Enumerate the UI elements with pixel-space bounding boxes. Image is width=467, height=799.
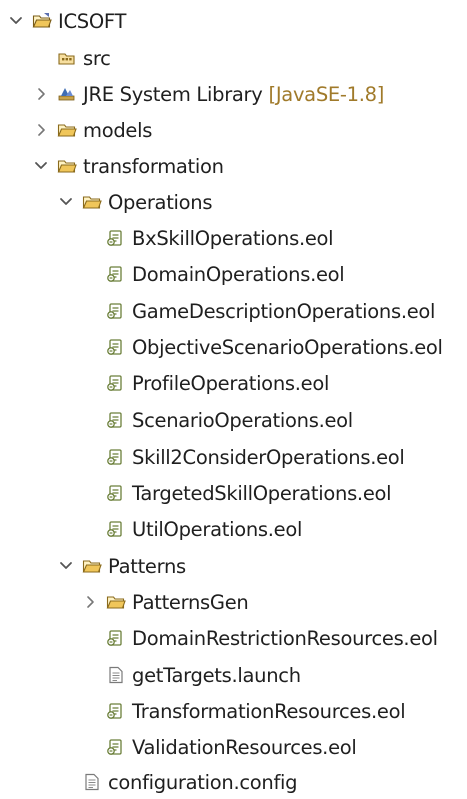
tree-item-label: PatternsGen <box>132 590 249 614</box>
library-icon <box>57 85 77 103</box>
text-file-icon <box>82 773 102 791</box>
tree-item-file[interactable]: DomainRestrictionResources.eol <box>106 621 438 655</box>
tree-item-file[interactable]: ValidationResources.eol <box>106 730 357 764</box>
tree-item-label: JRE System Library <box>83 82 263 106</box>
tree-item-label: GameDescriptionOperations.eol <box>132 299 436 323</box>
tree-item-label: TargetedSkillOperations.eol <box>132 481 392 505</box>
eol-file-icon <box>106 411 126 429</box>
eol-file-icon <box>106 448 126 466</box>
project-explorer-tree: ICSOFT src JRE System Library [JavaSE-1.… <box>0 0 467 798</box>
eol-file-icon <box>106 484 126 502</box>
tree-item-label: Skill2ConsiderOperations.eol <box>132 445 405 469</box>
tree-item-label: ICSOFT <box>58 9 127 33</box>
eol-file-icon <box>106 629 126 647</box>
tree-item-patternsgen[interactable]: PatternsGen <box>82 585 249 619</box>
tree-item-label: UtilOperations.eol <box>132 517 303 541</box>
tree-item-src[interactable]: src <box>57 41 111 75</box>
tree-item-icsoft[interactable]: ICSOFT <box>8 4 126 38</box>
eol-file-icon <box>106 302 126 320</box>
tree-item-label: Patterns <box>108 554 186 578</box>
chevron-down-icon[interactable] <box>33 158 49 174</box>
eol-file-icon <box>106 738 126 756</box>
tree-item-label: BxSkillOperations.eol <box>132 226 334 250</box>
tree-item-label: ValidationResources.eol <box>132 735 357 759</box>
folder-icon <box>57 157 77 175</box>
tree-item-patterns[interactable]: Patterns <box>58 549 186 583</box>
tree-item-label: DomainRestrictionResources.eol <box>132 626 438 650</box>
tree-item-label: transformation <box>83 154 224 178</box>
eol-file-icon <box>106 702 126 720</box>
chevron-right-icon[interactable] <box>82 594 98 610</box>
tree-item-file[interactable]: ScenarioOperations.eol <box>106 403 353 437</box>
chevron-right-icon[interactable] <box>33 86 49 102</box>
tree-item-label: ProfileOperations.eol <box>132 371 330 395</box>
jre-version-decoration: [JavaSE-1.8] <box>268 82 385 106</box>
tree-item-label: getTargets.launch <box>132 663 301 687</box>
folder-icon <box>82 193 102 211</box>
tree-item-file[interactable]: Skill2ConsiderOperations.eol <box>106 440 405 474</box>
tree-item-file[interactable]: TargetedSkillOperations.eol <box>106 476 392 510</box>
tree-item-models[interactable]: models <box>33 113 152 147</box>
chevron-down-icon[interactable] <box>58 194 74 210</box>
tree-item-file[interactable]: GameDescriptionOperations.eol <box>106 294 435 328</box>
eol-file-icon <box>106 374 126 392</box>
eol-file-icon <box>106 265 126 283</box>
chevron-right-icon[interactable] <box>33 122 49 138</box>
package-folder-icon <box>57 49 77 67</box>
folder-icon <box>57 121 77 139</box>
tree-item-configuration[interactable]: configuration.config <box>82 765 298 799</box>
tree-item-file[interactable]: TransformationResources.eol <box>106 694 406 728</box>
tree-item-label: TransformationResources.eol <box>132 699 406 723</box>
eol-file-icon <box>106 229 126 247</box>
folder-icon <box>106 593 126 611</box>
eol-file-icon <box>106 520 126 538</box>
tree-item-label: ObjectiveScenarioOperations.eol <box>132 335 443 359</box>
eol-file-icon <box>106 338 126 356</box>
tree-item-label: src <box>83 46 111 70</box>
tree-item-file[interactable]: DomainOperations.eol <box>106 257 345 291</box>
tree-item-operations[interactable]: Operations <box>58 185 213 219</box>
tree-item-file[interactable]: ProfileOperations.eol <box>106 366 329 400</box>
tree-item-label: models <box>83 118 153 142</box>
chevron-down-icon[interactable] <box>58 558 74 574</box>
tree-item-label: Operations <box>108 190 213 214</box>
folder-icon <box>82 557 102 575</box>
tree-item-file[interactable]: ObjectiveScenarioOperations.eol <box>106 330 443 364</box>
tree-item-jre-system-library[interactable]: JRE System Library [JavaSE-1.8] <box>33 77 384 111</box>
project-folder-icon <box>32 12 52 30</box>
tree-item-label: ScenarioOperations.eol <box>132 408 353 432</box>
tree-item-file[interactable]: getTargets.launch <box>106 658 301 692</box>
chevron-down-icon[interactable] <box>8 13 24 29</box>
tree-item-label: configuration.config <box>108 770 298 794</box>
tree-item-file[interactable]: UtilOperations.eol <box>106 512 302 546</box>
tree-item-transformation[interactable]: transformation <box>33 149 224 183</box>
tree-item-file[interactable]: BxSkillOperations.eol <box>106 221 334 255</box>
tree-item-label: DomainOperations.eol <box>132 262 345 286</box>
launch-file-icon <box>106 666 126 684</box>
